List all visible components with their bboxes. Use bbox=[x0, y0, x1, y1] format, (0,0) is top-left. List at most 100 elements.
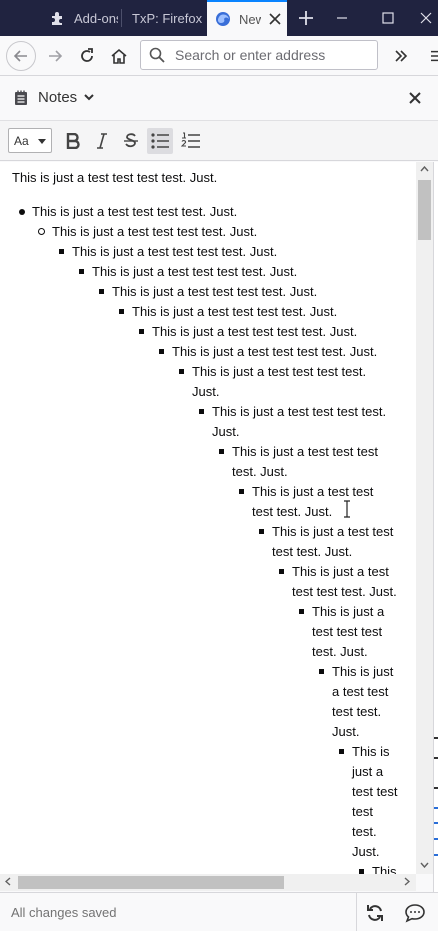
italic-button[interactable] bbox=[89, 128, 115, 154]
list-item: This is just a test test bbox=[272, 524, 394, 539]
numbered-list-button[interactable] bbox=[178, 128, 204, 154]
hamburger-icon bbox=[431, 50, 438, 62]
list-bullet bbox=[79, 269, 84, 274]
feedback-button[interactable] bbox=[395, 893, 435, 931]
home-button[interactable] bbox=[104, 41, 134, 71]
sidebar-switcher[interactable]: Notes bbox=[14, 89, 95, 106]
double-chevron-right-icon bbox=[395, 50, 408, 62]
strikethrough-button[interactable] bbox=[118, 128, 144, 154]
list-item: This is just bbox=[332, 664, 394, 679]
tab-label: Add-ons bbox=[74, 10, 118, 26]
scroll-left-icon[interactable] bbox=[4, 877, 11, 889]
list-bullet bbox=[339, 749, 344, 754]
scroll-down-icon[interactable] bbox=[420, 860, 429, 871]
sidebar-title: Notes bbox=[38, 89, 78, 106]
save-status: All changes saved bbox=[11, 905, 117, 920]
hamburger-menu-button[interactable] bbox=[424, 41, 438, 71]
new-tab-button[interactable] bbox=[286, 0, 326, 36]
tab-new[interactable]: New bbox=[207, 0, 287, 36]
list-item: This is just a test test test test. Just… bbox=[132, 304, 338, 319]
bulleted-list-button[interactable] bbox=[147, 128, 173, 154]
scroll-right-icon[interactable] bbox=[404, 877, 411, 889]
maximize-button[interactable] bbox=[368, 0, 408, 36]
horizontal-scrollbar[interactable] bbox=[0, 874, 416, 891]
list-bullet bbox=[319, 669, 324, 674]
search-icon bbox=[149, 47, 165, 63]
list-bullet bbox=[38, 228, 45, 235]
list-bullet bbox=[179, 369, 184, 374]
url-bar[interactable]: Search or enter address bbox=[140, 40, 378, 70]
numbered-list-icon bbox=[181, 132, 200, 148]
bold-icon bbox=[66, 133, 80, 149]
list-bullet bbox=[239, 489, 244, 494]
notepad-icon bbox=[15, 90, 27, 105]
list-item: This is just a test test bbox=[252, 484, 374, 499]
list-item-continuation: test test. Just. bbox=[272, 544, 353, 559]
list-item: This is bbox=[352, 744, 390, 759]
close-tab-icon[interactable] bbox=[269, 9, 281, 30]
close-window-button[interactable] bbox=[414, 0, 438, 36]
font-size-select[interactable]: Aa bbox=[8, 128, 52, 153]
overflow-menu-button[interactable] bbox=[386, 41, 416, 71]
list-item: This is just a test test test test. Just… bbox=[112, 284, 318, 299]
browser-window: Add-ons TxP: Firefox New bbox=[0, 0, 438, 931]
list-item-continuation: Just. bbox=[352, 844, 380, 859]
minimize-button[interactable] bbox=[322, 0, 362, 36]
tab-txp[interactable]: TxP: Firefox bbox=[124, 0, 204, 36]
list-item: This bbox=[372, 864, 397, 874]
tab-label: TxP: Firefox bbox=[132, 10, 203, 26]
list-item: This is just a test test test test. Just… bbox=[152, 324, 358, 339]
note-editor[interactable]: This is just a test test test test. Just… bbox=[0, 162, 416, 874]
close-icon bbox=[420, 12, 432, 24]
sidebar-header: Notes bbox=[0, 77, 438, 121]
tab-bar: Add-ons TxP: Firefox New bbox=[0, 0, 438, 36]
list-item: This is just a test test test bbox=[232, 444, 378, 459]
chevron-down-icon bbox=[84, 93, 94, 100]
list-item-continuation: test test test bbox=[312, 624, 383, 639]
font-size-select-value: Aa bbox=[14, 133, 29, 148]
list-bullet bbox=[119, 309, 124, 314]
list-item: This is just a test test test test. bbox=[212, 404, 387, 419]
firefox-icon bbox=[215, 11, 231, 27]
list-bullet bbox=[219, 449, 224, 454]
sidebar-close-button[interactable] bbox=[406, 89, 424, 107]
vertical-scrollbar[interactable] bbox=[416, 162, 433, 874]
nav-bar: Search or enter address bbox=[0, 36, 438, 76]
web-content-edge bbox=[433, 162, 438, 892]
reload-icon bbox=[81, 48, 93, 62]
vertical-scroll-thumb[interactable] bbox=[418, 180, 431, 240]
list-bullet bbox=[99, 289, 104, 294]
forward-button[interactable] bbox=[40, 41, 70, 71]
list-item-continuation: test. Just. bbox=[232, 464, 288, 479]
note-paragraph: This is just a test test test test. Just… bbox=[12, 170, 218, 185]
bold-button[interactable] bbox=[60, 128, 86, 154]
tab-addons[interactable]: Add-ons bbox=[42, 0, 118, 36]
back-button[interactable] bbox=[6, 41, 36, 71]
list-item-continuation: Just. bbox=[332, 724, 360, 739]
list-item-continuation: test bbox=[352, 804, 373, 819]
maximize-icon bbox=[382, 12, 394, 24]
reload-button[interactable] bbox=[72, 41, 102, 71]
tab-separator bbox=[121, 9, 122, 27]
list-item-continuation: just a bbox=[352, 764, 384, 779]
list-bullet bbox=[159, 349, 164, 354]
forward-arrow-icon bbox=[49, 50, 63, 62]
chat-bubble-icon bbox=[405, 903, 425, 923]
plus-icon bbox=[299, 11, 313, 25]
list-item: This is just a test test test test. Just… bbox=[172, 344, 378, 359]
tab-label: New bbox=[239, 11, 261, 27]
list-item-continuation: test test bbox=[352, 784, 398, 799]
list-item-continuation: test test. bbox=[332, 704, 382, 719]
scroll-up-icon[interactable] bbox=[420, 164, 429, 175]
sync-button[interactable] bbox=[356, 893, 392, 931]
list-item: This is just a test bbox=[292, 564, 389, 579]
list-bullet bbox=[139, 329, 144, 334]
list-bullet bbox=[259, 529, 264, 534]
list-item-continuation: a test test bbox=[332, 684, 389, 699]
list-bullet bbox=[19, 209, 25, 215]
strikethrough-icon bbox=[124, 133, 138, 148]
list-item-continuation: test test. Just. bbox=[252, 504, 333, 519]
horizontal-scroll-thumb[interactable] bbox=[18, 876, 284, 889]
list-item-continuation: Just. bbox=[212, 424, 240, 439]
notes-footer: All changes saved bbox=[0, 892, 438, 931]
